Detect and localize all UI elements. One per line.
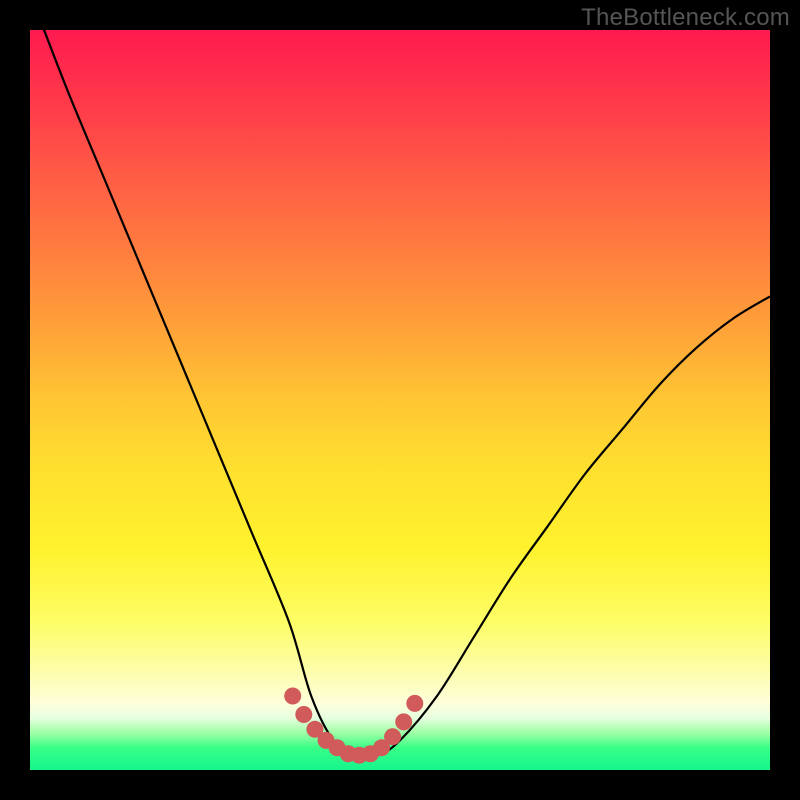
near-min-markers (284, 688, 423, 764)
marker-dot (384, 728, 401, 745)
chart-frame: TheBottleneck.com (0, 0, 800, 800)
marker-dot (406, 695, 423, 712)
bottleneck-curve-line (30, 0, 770, 757)
watermark-text: TheBottleneck.com (581, 4, 790, 32)
marker-dot (395, 713, 412, 730)
curve-svg (30, 30, 770, 770)
marker-dot (295, 706, 312, 723)
marker-dot (284, 688, 301, 705)
plot-area (30, 30, 770, 770)
